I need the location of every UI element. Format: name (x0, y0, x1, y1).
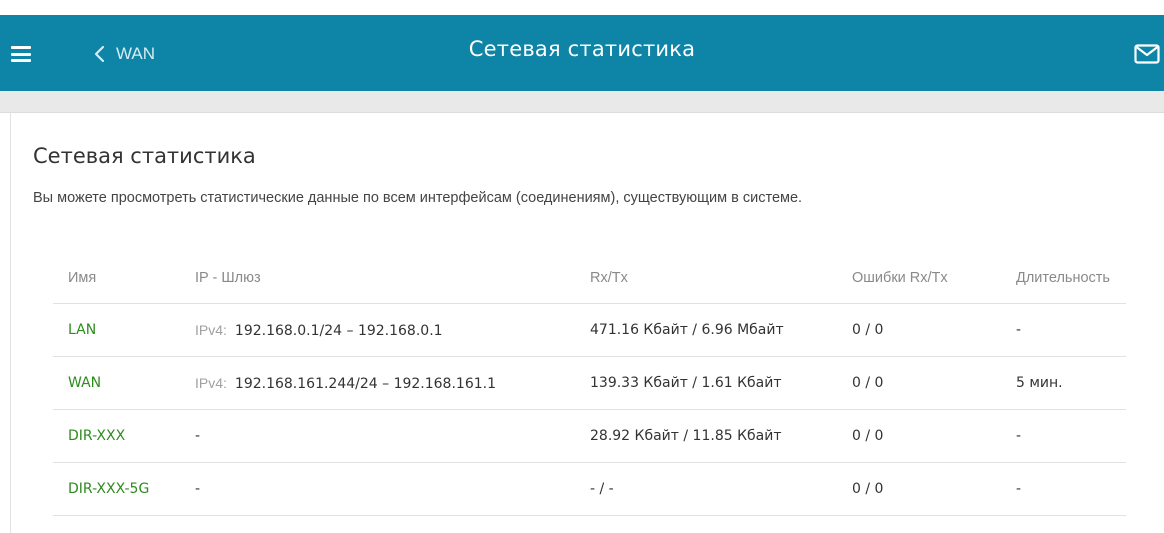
table-row[interactable]: WAN IPv4: 192.168.161.244/24 – 192.168.16… (53, 356, 1126, 410)
cell-name: WAN (53, 356, 180, 410)
cell-duration: 5 мин. (1001, 356, 1126, 410)
cell-rxtx: 139.33 Кбайт / 1.61 Кбайт (575, 356, 837, 410)
header-shadow-bar (0, 91, 1164, 113)
cell-errors: 0 / 0 (837, 409, 1001, 463)
cell-duration: - (1001, 303, 1126, 357)
cell-ip-gateway: - (180, 409, 575, 463)
ip-version-label: IPv4: (195, 321, 227, 338)
table-header-row: Имя IP - Шлюз Rx/Tx Ошибки Rx/Tx Длитель… (53, 252, 1126, 304)
interface-link-wan[interactable]: WAN (68, 375, 101, 391)
column-header-duration: Длительность (1001, 252, 1126, 304)
cell-rxtx: - / - (575, 462, 837, 516)
column-header-errors: Ошибки Rx/Tx (837, 252, 1001, 304)
stats-table: Имя IP - Шлюз Rx/Tx Ошибки Rx/Tx Длитель… (53, 252, 1126, 516)
column-header-ip-gateway: IP - Шлюз (180, 252, 575, 304)
cell-rxtx: 471.16 Кбайт / 6.96 Мбайт (575, 303, 837, 357)
cell-rxtx: 28.92 Кбайт / 11.85 Кбайт (575, 409, 837, 463)
page-description: Вы можете просмотреть статистические дан… (33, 190, 803, 206)
interface-link-dir-xxx[interactable]: DIR-XXX (68, 428, 125, 444)
cell-duration: - (1001, 462, 1126, 516)
ip-version-label: IPv4: (195, 374, 227, 391)
column-header-name: Имя (53, 252, 180, 304)
cell-name: DIR-XXX (53, 409, 180, 463)
table-row[interactable]: DIR-XXX - 28.92 Кбайт / 11.85 Кбайт 0 / … (53, 409, 1126, 463)
interface-link-dir-xxx-5g[interactable]: DIR-XXX-5G (68, 481, 149, 497)
table-row[interactable]: LAN IPv4: 192.168.0.1/24 – 192.168.0.1 47… (53, 303, 1126, 357)
cell-errors: 0 / 0 (837, 462, 1001, 516)
cell-name: LAN (53, 303, 180, 357)
interface-link-lan[interactable]: LAN (68, 322, 96, 338)
top-edge (0, 0, 1164, 15)
cell-ip-gateway: - (180, 462, 575, 516)
page-title: Сетевая статистика (33, 144, 256, 168)
header-title: Сетевая статистика (468, 37, 696, 61)
ip-gateway-value: 192.168.0.1/24 – 192.168.0.1 (234, 322, 443, 339)
table-row[interactable]: DIR-XXX-5G - - / - 0 / 0 - (53, 462, 1126, 516)
cell-name: DIR-XXX-5G (53, 462, 180, 516)
cell-errors: 0 / 0 (837, 303, 1001, 357)
app-frame: WAN Сетевая статистика Сетевая статистик… (0, 0, 1164, 533)
main-content: Сетевая статистика Вы можете просмотреть… (10, 113, 1164, 533)
cell-ip-gateway: IPv4: 192.168.161.244/24 – 192.168.161.1 (180, 356, 575, 410)
envelope-icon[interactable] (1134, 44, 1160, 64)
top-header-bar: WAN Сетевая статистика (0, 15, 1164, 91)
ip-gateway-value: 192.168.161.244/24 – 192.168.161.1 (234, 375, 496, 392)
cell-errors: 0 / 0 (837, 356, 1001, 410)
cell-ip-gateway: IPv4: 192.168.0.1/24 – 192.168.0.1 (180, 303, 575, 357)
cell-duration: - (1001, 409, 1126, 463)
column-header-rxtx: Rx/Tx (575, 252, 837, 304)
